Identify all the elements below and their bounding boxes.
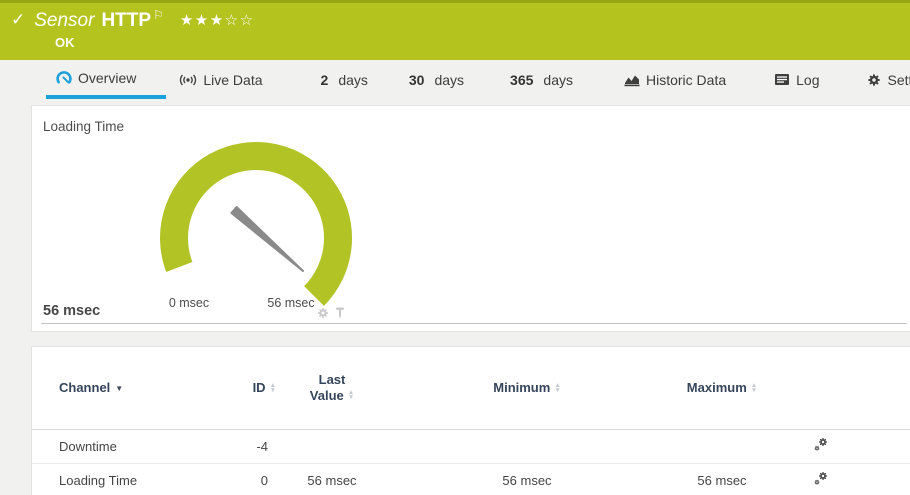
tab-live-data[interactable]: Live Data xyxy=(166,60,306,99)
sort-icon: ▲▼ xyxy=(554,384,560,394)
sort-desc-icon: ▼ xyxy=(115,384,123,393)
channel-minimum: 56 msec xyxy=(382,463,672,495)
table-header-row: Channel▼ ID▲▼ Last Value▲▼ Minimum▲▼ Max… xyxy=(32,347,910,429)
sensor-type-label: Sensor xyxy=(34,10,94,32)
tab-365-days[interactable]: 365 days xyxy=(492,60,608,99)
column-header-last-value[interactable]: Last Value▲▼ xyxy=(282,347,382,429)
gear-icon xyxy=(867,73,881,87)
column-header-id[interactable]: ID▲▼ xyxy=(222,347,282,429)
gauge-title: Loading Time xyxy=(43,119,124,134)
channels-table-panel: Channel▼ ID▲▼ Last Value▲▼ Minimum▲▼ Max… xyxy=(31,346,910,495)
tab-30-days-unit: days xyxy=(434,72,464,88)
tab-2-days-number: 2 xyxy=(321,72,329,88)
sort-icon: ▲▼ xyxy=(270,384,276,394)
channel-minimum xyxy=(382,429,672,463)
tab-historic-data[interactable]: Historic Data xyxy=(608,60,761,99)
channel-last-value: 56 msec xyxy=(282,463,382,495)
tab-log[interactable]: Log xyxy=(761,60,854,99)
tab-live-data-label: Live Data xyxy=(203,72,262,88)
priority-stars[interactable]: ★★★☆☆ xyxy=(180,11,255,29)
sensor-name: HTTP xyxy=(101,10,151,32)
channel-id: -4 xyxy=(222,429,282,463)
tab-overview[interactable]: Overview xyxy=(46,60,166,99)
gauge-needle xyxy=(231,207,303,271)
flag-icon[interactable]: ⚐ xyxy=(153,8,164,22)
channel-name: Downtime xyxy=(32,429,222,463)
tab-365-days-unit: days xyxy=(543,72,573,88)
sensor-header: ✓ Sensor HTTP ⚐ ★★★☆☆ OK xyxy=(0,0,910,60)
pin-icon[interactable] xyxy=(335,306,345,324)
column-header-channel[interactable]: Channel▼ xyxy=(32,347,222,429)
tab-log-label: Log xyxy=(796,72,819,88)
channel-last-value xyxy=(282,429,382,463)
channel-name: Loading Time xyxy=(32,463,222,495)
tab-bar: Overview Live Data 2 days 30 days 365 da… xyxy=(0,60,910,105)
tab-30-days-number: 30 xyxy=(409,72,425,88)
channel-id: 0 xyxy=(222,463,282,495)
channel-settings-gears-icon[interactable] xyxy=(814,437,829,455)
tab-historic-data-label: Historic Data xyxy=(646,72,726,88)
tab-settings[interactable]: Settings xyxy=(854,60,910,99)
gauge-panel: Loading Time 0 msec 56 msec 56 msec xyxy=(31,105,910,332)
table-row-loading-time: Loading Time 0 56 msec 56 msec 56 msec xyxy=(32,463,910,495)
channel-settings-gears-icon[interactable] xyxy=(814,471,829,489)
gauge-current-value: 56 msec xyxy=(43,303,100,319)
gauge-icon xyxy=(56,70,72,86)
tab-overview-label: Overview xyxy=(78,70,136,86)
live-data-icon xyxy=(179,73,197,87)
divider xyxy=(41,323,907,324)
widget-settings-gear-icon[interactable] xyxy=(317,306,329,324)
channel-maximum xyxy=(672,429,772,463)
tab-2-days-unit: days xyxy=(338,72,368,88)
table-row-downtime: Downtime -4 xyxy=(32,429,910,463)
tab-365-days-number: 365 xyxy=(510,72,533,88)
column-header-maximum[interactable]: Maximum▲▼ xyxy=(672,347,772,429)
tab-settings-label: Settings xyxy=(887,72,910,88)
channel-maximum: 56 msec xyxy=(672,463,772,495)
loading-time-gauge xyxy=(146,138,366,313)
tab-2-days[interactable]: 2 days xyxy=(307,60,396,99)
gauge-scale-min: 0 msec xyxy=(162,296,216,310)
sensor-status: OK xyxy=(55,35,910,50)
channels-table: Channel▼ ID▲▼ Last Value▲▼ Minimum▲▼ Max… xyxy=(32,347,910,495)
tab-30-days[interactable]: 30 days xyxy=(396,60,492,99)
column-header-minimum[interactable]: Minimum▲▼ xyxy=(382,347,672,429)
log-icon xyxy=(774,73,790,86)
sort-icon: ▲▼ xyxy=(348,391,354,401)
area-chart-icon xyxy=(624,73,640,87)
ok-check-icon: ✓ xyxy=(11,10,25,30)
gauge-scale-max: 56 msec xyxy=(259,296,323,310)
sort-icon: ▲▼ xyxy=(751,384,757,394)
